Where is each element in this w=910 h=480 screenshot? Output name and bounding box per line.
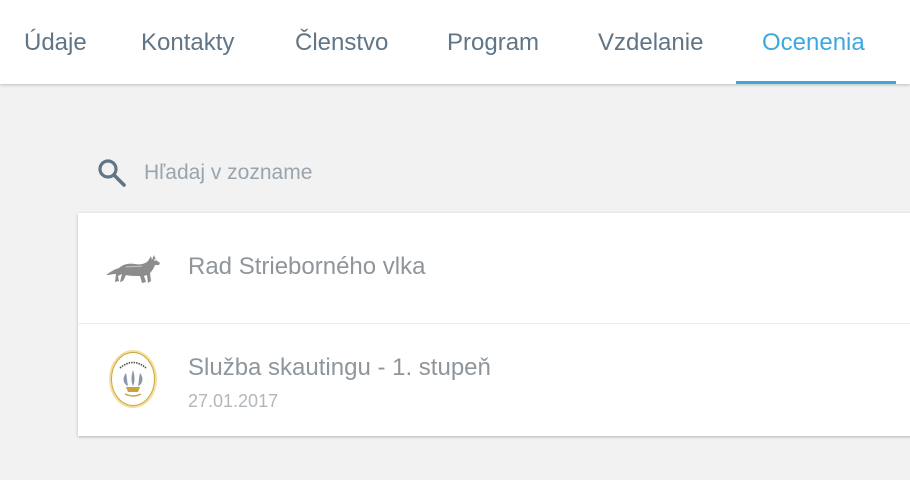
active-tab-indicator (736, 81, 896, 84)
list-item-rad-strieborneho-vlka[interactable]: Rad Strieborného vlka (78, 213, 910, 323)
tab-program[interactable]: Program (447, 0, 539, 84)
tab-kontakty[interactable]: Kontakty (141, 0, 234, 84)
awards-list: Rad Strieborného vlka Služba skautingu -… (78, 213, 910, 436)
award-date: 27.01.2017 (188, 391, 279, 411)
tab-vzdelanie[interactable]: Vzdelanie (598, 0, 703, 84)
tab-ocenenia[interactable]: Ocenenia (762, 0, 865, 84)
scouting-service-badge-icon (109, 350, 157, 408)
search-input[interactable] (144, 154, 684, 192)
tab-clenstvo[interactable]: Členstvo (295, 0, 388, 84)
list-item-sluzba-skautingu[interactable]: Služba skautingu - 1. stupeň 27.01.2017 (78, 323, 910, 437)
search-bar (96, 154, 696, 192)
award-title: Služba skautingu - 1. stupeň (188, 354, 491, 381)
search-icon[interactable] (96, 157, 128, 189)
tab-udaje[interactable]: Údaje (24, 0, 87, 84)
tab-bar: Údaje Kontakty Členstvo Program Vzdelani… (0, 0, 910, 84)
wolf-icon (106, 255, 160, 283)
award-title: Rad Strieborného vlka (188, 253, 426, 280)
